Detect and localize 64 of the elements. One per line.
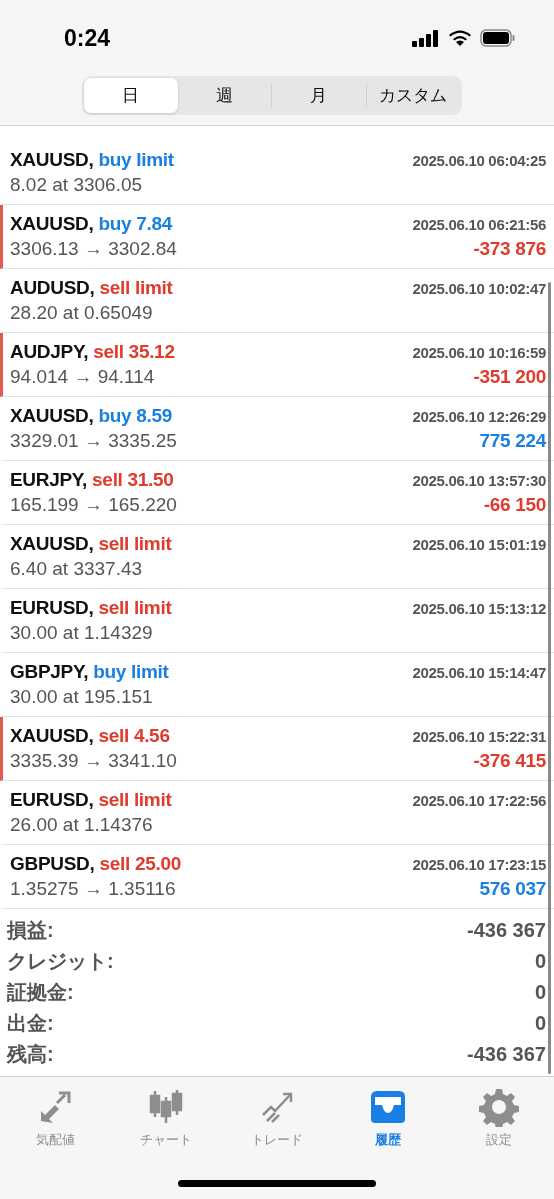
trade-time: 2025.06.10 10:16:59 xyxy=(412,343,546,361)
trade-title: GBPUSD, sell 25.00 xyxy=(10,853,182,876)
trade-title: XAUUSD, sell 4.56 xyxy=(10,725,171,748)
summary-value: 0 xyxy=(534,981,546,1005)
trade-title: XAUUSD, buy 7.84 xyxy=(10,213,174,236)
summary-value: 0 xyxy=(534,1012,546,1036)
trade-detail: 3306.13 → 3302.84 xyxy=(10,238,178,261)
trade-title: EURUSD, sell limit xyxy=(10,789,173,812)
trade-time: 2025.06.10 15:22:31 xyxy=(412,727,546,745)
trade-profit: -373 876 xyxy=(472,238,546,261)
trade-profit: 775 224 xyxy=(478,430,546,453)
summary-label: クレジット: xyxy=(7,949,114,975)
trade-detail: 26.00 at 1.14376 xyxy=(10,814,154,837)
trade-detail: 3329.01 → 3335.25 xyxy=(10,430,178,453)
trade-title: AUDUSD, sell limit xyxy=(10,277,174,300)
trade-title: EURJPY, sell 31.50 xyxy=(10,469,175,492)
trade-time: 2025.06.10 06:21:56 xyxy=(412,215,546,233)
summary-label: 出金: xyxy=(7,1011,54,1037)
summary-label: 損益: xyxy=(7,918,54,944)
trade-time: 2025.06.10 13:57:30 xyxy=(412,471,546,489)
period-tab[interactable]: 月 xyxy=(271,84,366,107)
trade-detail: 6.40 at 3337.43 xyxy=(10,558,144,581)
wifi-icon xyxy=(448,29,472,47)
trade-detail: 30.00 at 1.14329 xyxy=(10,622,154,645)
trade-detail: 94.014 → 94.114 xyxy=(10,366,156,389)
trade-time: 2025.06.10 15:01:19 xyxy=(412,535,546,553)
order-row[interactable]: XAUUSD, buy limit 2025.06.10 06:04:25 8.02 at 3306.05 xyxy=(0,141,554,206)
tab-bar-item[interactable]: 履歴 xyxy=(342,1087,433,1150)
trade-detail: 28.20 at 0.65049 xyxy=(10,302,154,325)
trade-title: GBPJPY, buy limit xyxy=(10,661,170,684)
period-tab[interactable]: 日 xyxy=(84,78,178,113)
trade-time: 2025.06.10 15:14:47 xyxy=(412,663,546,681)
period-tab[interactable]: 週 xyxy=(177,84,271,107)
trade-detail: 8.02 at 3306.05 xyxy=(10,174,144,197)
trade-detail: 30.00 at 195.151 xyxy=(10,686,154,709)
battery-icon xyxy=(480,29,516,47)
summary-value: -436 367 xyxy=(467,1043,546,1067)
trade-title: EURUSD, sell limit xyxy=(10,597,173,620)
signal-icon xyxy=(412,29,440,47)
trade-time: 2025.06.10 17:22:56 xyxy=(412,791,546,809)
trade-title: AUDJPY, sell 35.12 xyxy=(10,341,176,364)
summary-label: 証拠金: xyxy=(7,980,74,1006)
trade-title: XAUUSD, sell limit xyxy=(10,533,173,556)
trade-profit: -351 200 xyxy=(472,366,546,389)
trade-time: 2025.06.10 06:04:25 xyxy=(412,151,546,169)
deal-row[interactable]: XAUUSD, buy 7.84 2025.06.10 06:21:56 3306.13 → 3302.84 -373 876 xyxy=(0,205,554,270)
status-time: 0:24 xyxy=(64,24,111,52)
period-tab[interactable]: カスタム xyxy=(365,84,460,107)
summary-value: -436 367 xyxy=(467,919,546,943)
trade-title: XAUUSD, buy 8.59 xyxy=(10,405,174,428)
trade-detail: 165.199 → 165.220 xyxy=(10,494,178,517)
summary-label: 残高: xyxy=(7,1042,54,1068)
trade-time: 2025.06.10 12:26:29 xyxy=(412,407,546,425)
settings-icon xyxy=(478,1087,519,1128)
trade-time: 2025.06.10 10:02:47 xyxy=(412,279,546,297)
trade-title: XAUUSD, buy limit xyxy=(10,149,175,172)
trade-profit: -376 415 xyxy=(472,750,546,773)
trade-profit: 576 037 xyxy=(478,878,546,901)
trade-detail: 1.35275 → 1.35116 xyxy=(10,878,177,901)
trade-profit: -66 150 xyxy=(482,494,546,517)
trade-time: 2025.06.10 15:13:12 xyxy=(412,599,546,617)
trade-time: 2025.06.10 17:23:15 xyxy=(412,855,546,873)
summary-value: 0 xyxy=(534,950,546,974)
trade-detail: 3335.39 → 3341.10 xyxy=(10,750,178,773)
